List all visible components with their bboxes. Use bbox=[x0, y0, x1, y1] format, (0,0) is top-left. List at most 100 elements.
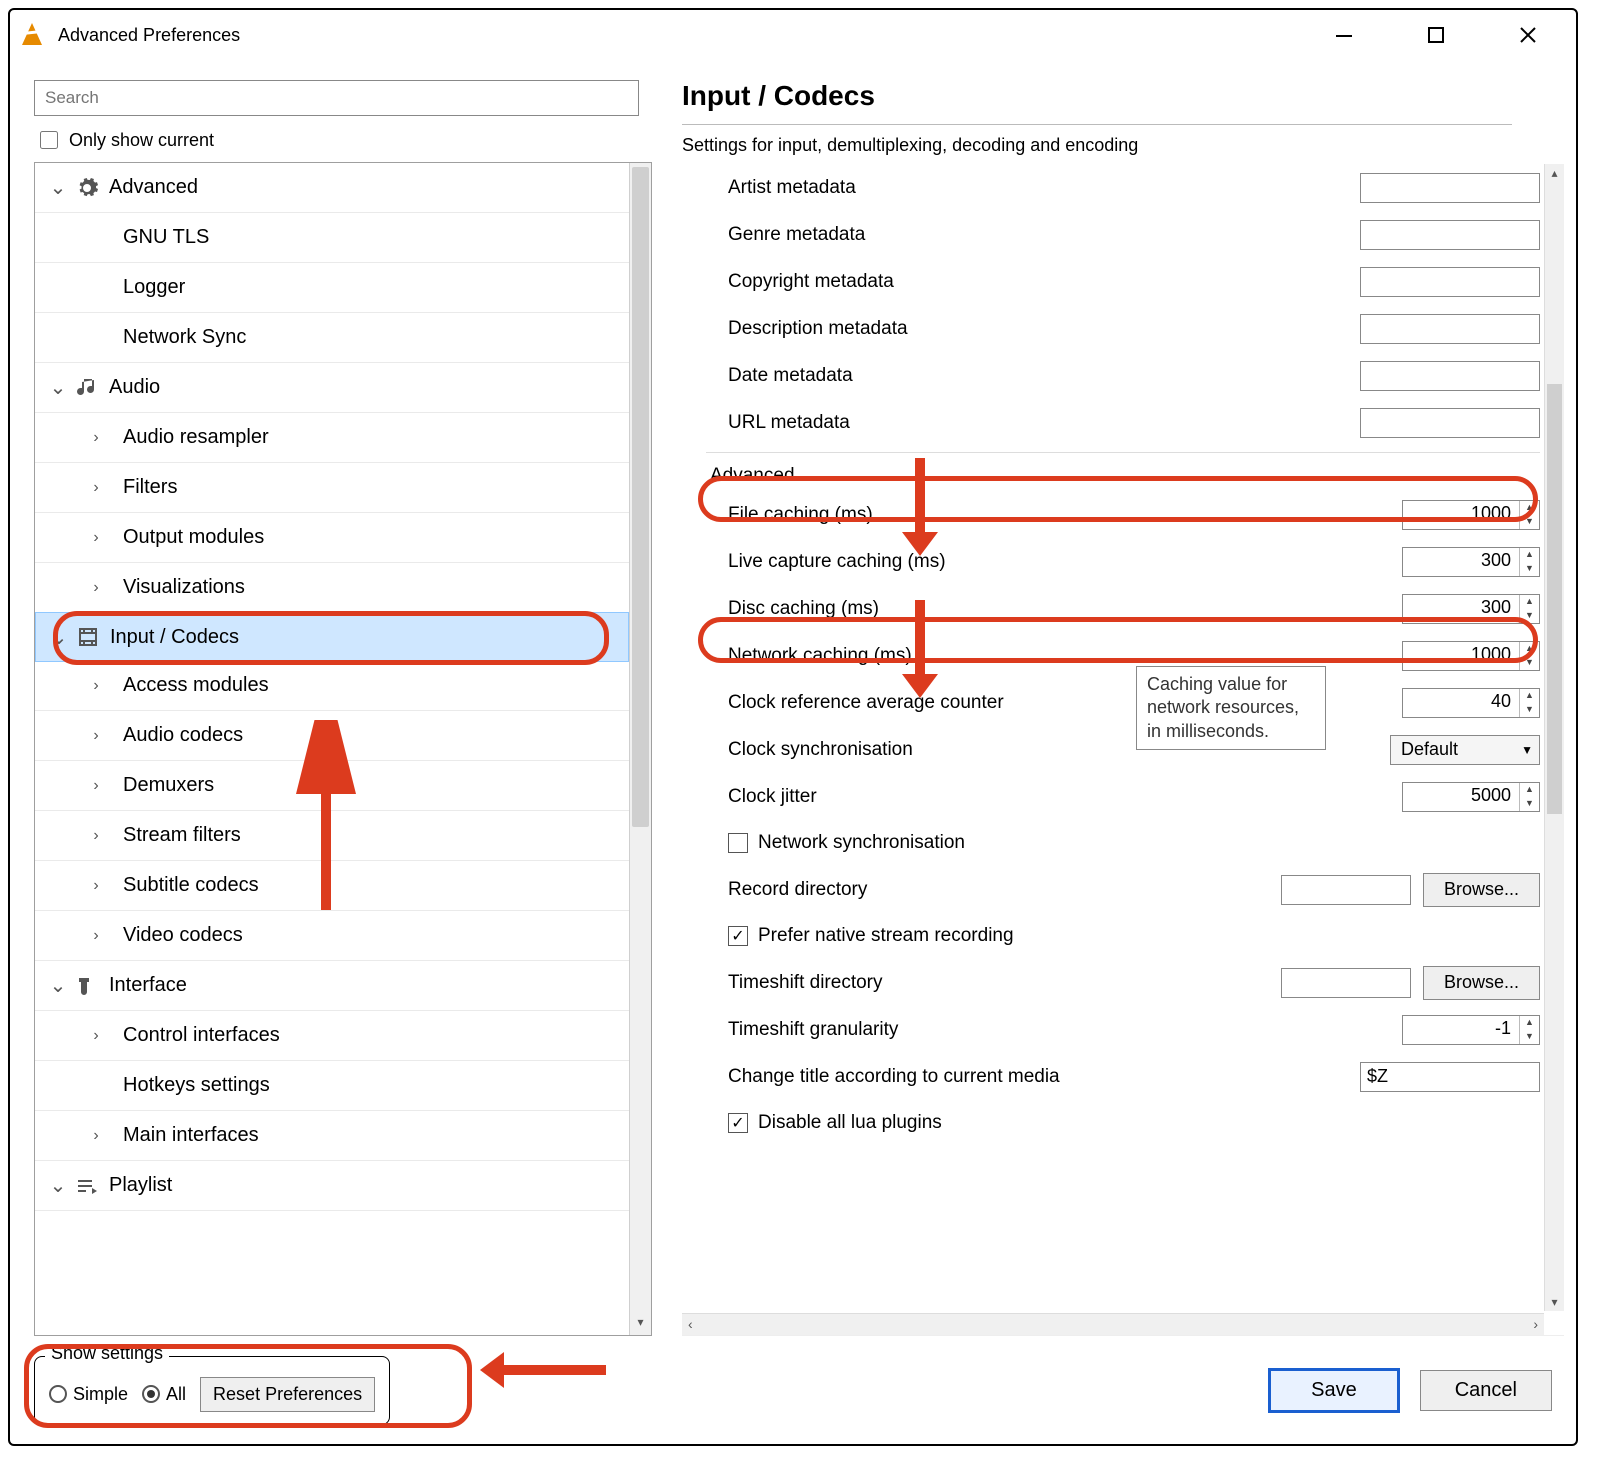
clock-sync-row: Clock synchronisation Default ▼ bbox=[706, 726, 1540, 773]
tree-subitem[interactable]: ›Audio codecs bbox=[35, 711, 629, 761]
tree-item-label: Main interfaces bbox=[115, 1124, 259, 1147]
numeric-spinner[interactable]: 1000▲▼ bbox=[1402, 500, 1540, 530]
settings-vscrollbar[interactable]: ▴ ▾ bbox=[1544, 164, 1564, 1311]
metadata-input[interactable] bbox=[1360, 173, 1540, 203]
chevron-right-icon: › bbox=[83, 529, 109, 547]
tree-subitem[interactable]: ›Control interfaces bbox=[35, 1011, 629, 1061]
reset-preferences-button[interactable]: Reset Preferences bbox=[200, 1377, 375, 1412]
setting-label: Artist metadata bbox=[706, 177, 1330, 199]
metadata-row: URL metadata bbox=[706, 399, 1540, 446]
tree-subitem[interactable]: › Access modules bbox=[35, 661, 629, 711]
close-button[interactable] bbox=[1504, 15, 1552, 55]
tree-item-label: Subtitle codecs bbox=[115, 874, 259, 897]
timeshift-directory-row: Timeshift directory Browse... bbox=[706, 959, 1540, 1006]
show-settings-group-label: Show settings bbox=[45, 1343, 169, 1364]
numeric-spinner[interactable]: 300▲▼ bbox=[1402, 547, 1540, 577]
chevron-right-icon: › bbox=[83, 677, 109, 695]
tree-category[interactable]: ⌄Advanced bbox=[35, 163, 629, 213]
settings-hscrollbar[interactable]: ‹ › bbox=[682, 1313, 1544, 1335]
metadata-input[interactable] bbox=[1360, 361, 1540, 391]
metadata-input[interactable] bbox=[1360, 220, 1540, 250]
tree-category[interactable]: ⌄Input / Codecs bbox=[35, 612, 629, 662]
tree-subitem[interactable]: ›Visualizations bbox=[35, 563, 629, 613]
numeric-spinner[interactable]: 1000▲▼ bbox=[1402, 641, 1540, 671]
tree-subitem[interactable]: ›Audio resampler bbox=[35, 413, 629, 463]
scroll-down-icon[interactable]: ▾ bbox=[630, 1315, 651, 1335]
chevron-down-icon: ⌄ bbox=[45, 175, 71, 200]
browse-button[interactable]: Browse... bbox=[1423, 966, 1540, 1000]
chevron-down-icon: ⌄ bbox=[45, 973, 71, 998]
numeric-setting-row: Disc caching (ms)300▲▼ bbox=[706, 585, 1540, 632]
app-icon bbox=[18, 21, 46, 49]
window-title: Advanced Preferences bbox=[58, 25, 240, 46]
tree-subitem[interactable]: ›Video codecs bbox=[35, 911, 629, 961]
tree-item-label: Visualizations bbox=[115, 576, 245, 599]
all-radio[interactable]: All bbox=[142, 1384, 186, 1405]
tree-category[interactable]: ⌄Audio bbox=[35, 363, 629, 413]
browse-button[interactable]: Browse... bbox=[1423, 873, 1540, 907]
tree-subitem[interactable]: ›Filters bbox=[35, 463, 629, 513]
chevron-right-icon: › bbox=[83, 877, 109, 895]
tree-item-label: Filters bbox=[115, 476, 177, 499]
network-synchronisation-checkbox[interactable]: Network synchronisation bbox=[706, 820, 1540, 866]
search-input[interactable] bbox=[34, 80, 639, 116]
chevron-down-icon: ⌄ bbox=[45, 375, 71, 400]
tree-subitem[interactable]: › Subtitle codecs bbox=[35, 861, 629, 911]
tree-category[interactable]: ⌄Interface bbox=[35, 961, 629, 1011]
checkbox-icon bbox=[728, 833, 748, 853]
clock-jitter-spinner[interactable]: 5000 ▲▼ bbox=[1402, 782, 1540, 812]
minimize-button[interactable] bbox=[1320, 15, 1368, 55]
numeric-spinner[interactable]: 300▲▼ bbox=[1402, 594, 1540, 624]
tree-item-label: Control interfaces bbox=[115, 1024, 280, 1047]
timeshift-granularity-spinner[interactable]: -1 ▲▼ bbox=[1402, 1015, 1540, 1045]
scrollbar-thumb[interactable] bbox=[632, 167, 649, 827]
tree-item-label: Stream filters bbox=[115, 824, 241, 847]
tree-subitem[interactable]: ›Main interfaces bbox=[35, 1111, 629, 1161]
numeric-spinner[interactable]: 40▲▼ bbox=[1402, 688, 1540, 718]
tree-subitem[interactable]: Logger bbox=[35, 263, 629, 313]
chevron-right-icon: › bbox=[83, 777, 109, 795]
save-button[interactable]: Save bbox=[1268, 1368, 1400, 1413]
tree-subitem[interactable]: ›Stream filters bbox=[35, 811, 629, 861]
tree-subitem[interactable]: Network Sync bbox=[35, 313, 629, 363]
setting-label: Timeshift directory bbox=[706, 972, 1281, 994]
simple-radio[interactable]: Simple bbox=[49, 1384, 128, 1405]
maximize-button[interactable] bbox=[1412, 15, 1460, 55]
metadata-row: Date metadata bbox=[706, 352, 1540, 399]
tree-subitem[interactable]: ›Output modules bbox=[35, 513, 629, 563]
tree-subitem[interactable]: GNU TLS bbox=[35, 213, 629, 263]
metadata-row: Genre metadata bbox=[706, 211, 1540, 258]
metadata-input[interactable] bbox=[1360, 314, 1540, 344]
timeshift-granularity-row: Timeshift granularity -1 ▲▼ bbox=[706, 1006, 1540, 1053]
setting-label: Live capture caching (ms) bbox=[706, 551, 1330, 573]
tree-subitem[interactable]: Hotkeys settings bbox=[35, 1061, 629, 1111]
clock-sync-combo[interactable]: Default ▼ bbox=[1390, 735, 1540, 765]
timeshift-directory-input[interactable] bbox=[1281, 968, 1411, 998]
numeric-setting-row: File caching (ms) 1000▲▼ bbox=[706, 491, 1540, 538]
metadata-input[interactable] bbox=[1360, 408, 1540, 438]
tree-item-label: Audio codecs bbox=[115, 724, 243, 747]
setting-label: File caching (ms) bbox=[706, 504, 1330, 526]
show-settings-group: Show settings Simple All Reset Preferenc… bbox=[34, 1356, 390, 1425]
setting-label: Network caching (ms) bbox=[706, 645, 1330, 667]
scrollbar-thumb[interactable] bbox=[1547, 384, 1562, 814]
tree-scrollbar[interactable]: ▴ ▾ bbox=[629, 163, 651, 1335]
change-title-input[interactable] bbox=[1360, 1062, 1540, 1092]
disable-lua-checkbox[interactable]: ✓ Disable all lua plugins bbox=[706, 1100, 1540, 1146]
titlebar: Advanced Preferences bbox=[10, 10, 1576, 60]
page-subtitle: Settings for input, demultiplexing, deco… bbox=[682, 135, 1564, 156]
record-directory-input[interactable] bbox=[1281, 875, 1411, 905]
cancel-button[interactable]: Cancel bbox=[1420, 1370, 1552, 1411]
metadata-input[interactable] bbox=[1360, 267, 1540, 297]
playlist-icon bbox=[71, 1174, 103, 1198]
tree-subitem[interactable]: › Demuxers bbox=[35, 761, 629, 811]
checkbox-label: Network synchronisation bbox=[758, 832, 965, 854]
chevron-down-icon: ⌄ bbox=[46, 625, 72, 650]
prefer-native-checkbox[interactable]: ✓ Prefer native stream recording bbox=[706, 913, 1540, 959]
tree-item-label: Network Sync bbox=[115, 326, 246, 349]
only-show-current-checkbox[interactable]: Only show current bbox=[36, 128, 660, 152]
tree-item-label: Access modules bbox=[115, 674, 269, 697]
tree-category[interactable]: ⌄Playlist bbox=[35, 1161, 629, 1211]
tree-item-label: Demuxers bbox=[115, 774, 214, 797]
metadata-row: Copyright metadata bbox=[706, 258, 1540, 305]
